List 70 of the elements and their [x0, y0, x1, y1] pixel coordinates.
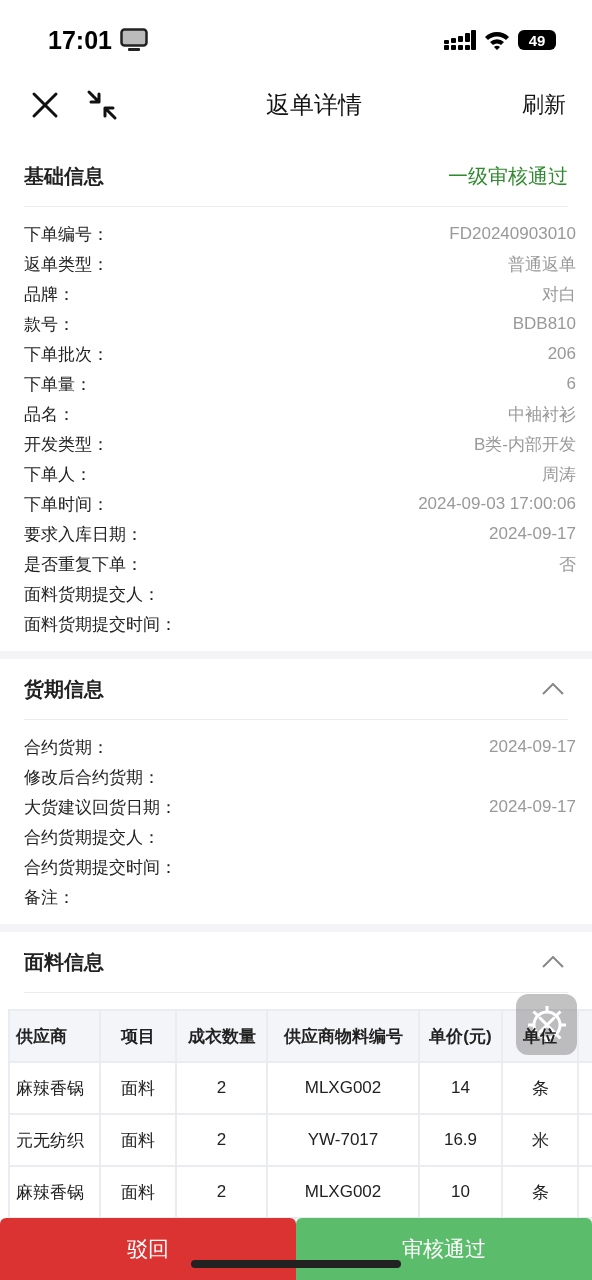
settings-button[interactable] [516, 994, 577, 1055]
field-label: 合约货期提交人： [24, 826, 160, 849]
table-cell: YW-7017 [267, 1114, 419, 1166]
table-cell: 米 [502, 1114, 578, 1166]
table-cell: 元无纺织 [9, 1114, 100, 1166]
field-label: 返单类型： [24, 253, 109, 276]
field-value: 2024-09-03 17:00:06 [418, 494, 576, 514]
page-title: 返单详情 [265, 90, 363, 120]
table-cell: 2 [176, 1062, 267, 1114]
table-cell: 2 [176, 1114, 267, 1166]
field-label: 备注： [24, 886, 75, 909]
column-header: 项目 [121, 1026, 155, 1046]
table-cell: MLXG002 [267, 1062, 419, 1114]
collapse-arrows-icon[interactable] [86, 89, 118, 121]
battery-icon: 49 [518, 30, 556, 50]
table-cell: 麻辣香锅 [9, 1062, 100, 1114]
field-value: 2024-09-17 [489, 797, 576, 817]
approve-button[interactable]: 审核通过 [296, 1218, 592, 1280]
field-value: 206 [547, 344, 576, 364]
field-label: 大货建议回货日期： [24, 796, 177, 819]
field-label: 修改后合约货期： [24, 766, 160, 789]
close-icon[interactable] [30, 90, 60, 120]
field-value: 对白 [542, 283, 576, 306]
section-title: 基础信息 [24, 163, 104, 189]
field-label: 是否重复下单： [24, 553, 143, 576]
review-status: 一级审核通过 [448, 163, 568, 189]
field-label: 下单编号： [24, 223, 109, 246]
section-title: 货期信息 [24, 676, 104, 702]
clock-time: 17:01 [48, 25, 112, 55]
chevron-up-icon[interactable] [542, 683, 564, 695]
field-label: 品牌： [24, 283, 75, 306]
field-value: 普通返单 [508, 253, 576, 276]
signal-icon [444, 30, 476, 50]
refresh-button[interactable]: 刷新 [522, 90, 566, 120]
table-cell: 面料 [100, 1062, 176, 1114]
field-value: B类-内部开发 [474, 433, 576, 456]
monitor-icon [119, 28, 148, 52]
wifi-icon [484, 30, 510, 50]
column-header: 成衣数量 [187, 1026, 256, 1046]
field-label: 要求入库日期： [24, 523, 143, 546]
field-label: 款号： [24, 313, 75, 336]
field-label: 下单批次： [24, 343, 109, 366]
field-value: 2024-09-17 [489, 737, 576, 757]
field-label: 品名： [24, 403, 75, 426]
section-title: 面料信息 [24, 949, 104, 975]
chevron-up-icon[interactable] [542, 956, 564, 968]
field-label: 面料货期提交时间： [24, 613, 177, 636]
field-value: 否 [559, 553, 576, 576]
column-header: 供应商 [16, 1026, 67, 1046]
field-label: 合约货期： [24, 736, 109, 759]
field-value: 2024-09-17 [489, 524, 576, 544]
table-cell: 条 [502, 1062, 578, 1114]
column-header: 单价(元) [429, 1026, 492, 1046]
table-cell: 14 [419, 1062, 502, 1114]
field-label: 下单量： [24, 373, 92, 396]
field-value: 周涛 [542, 463, 576, 486]
field-label: 下单人： [24, 463, 92, 486]
field-label: 开发类型： [24, 433, 109, 456]
field-label: 面料货期提交人： [24, 583, 160, 606]
field-value: 中袖衬衫 [508, 403, 576, 426]
field-label: 下单时间： [24, 493, 109, 516]
column-header: 供应商物料编号 [283, 1026, 403, 1046]
table-cell: 16.9 [419, 1114, 502, 1166]
field-label: 合约货期提交时间： [24, 856, 177, 879]
reject-button[interactable]: 驳回 [0, 1218, 296, 1280]
table-cell: 面料 [100, 1114, 176, 1166]
column-header: 单位 [523, 1026, 557, 1046]
field-value: 6 [566, 374, 576, 394]
field-value: FD20240903010 [449, 224, 576, 244]
field-value: BDB810 [512, 314, 576, 334]
